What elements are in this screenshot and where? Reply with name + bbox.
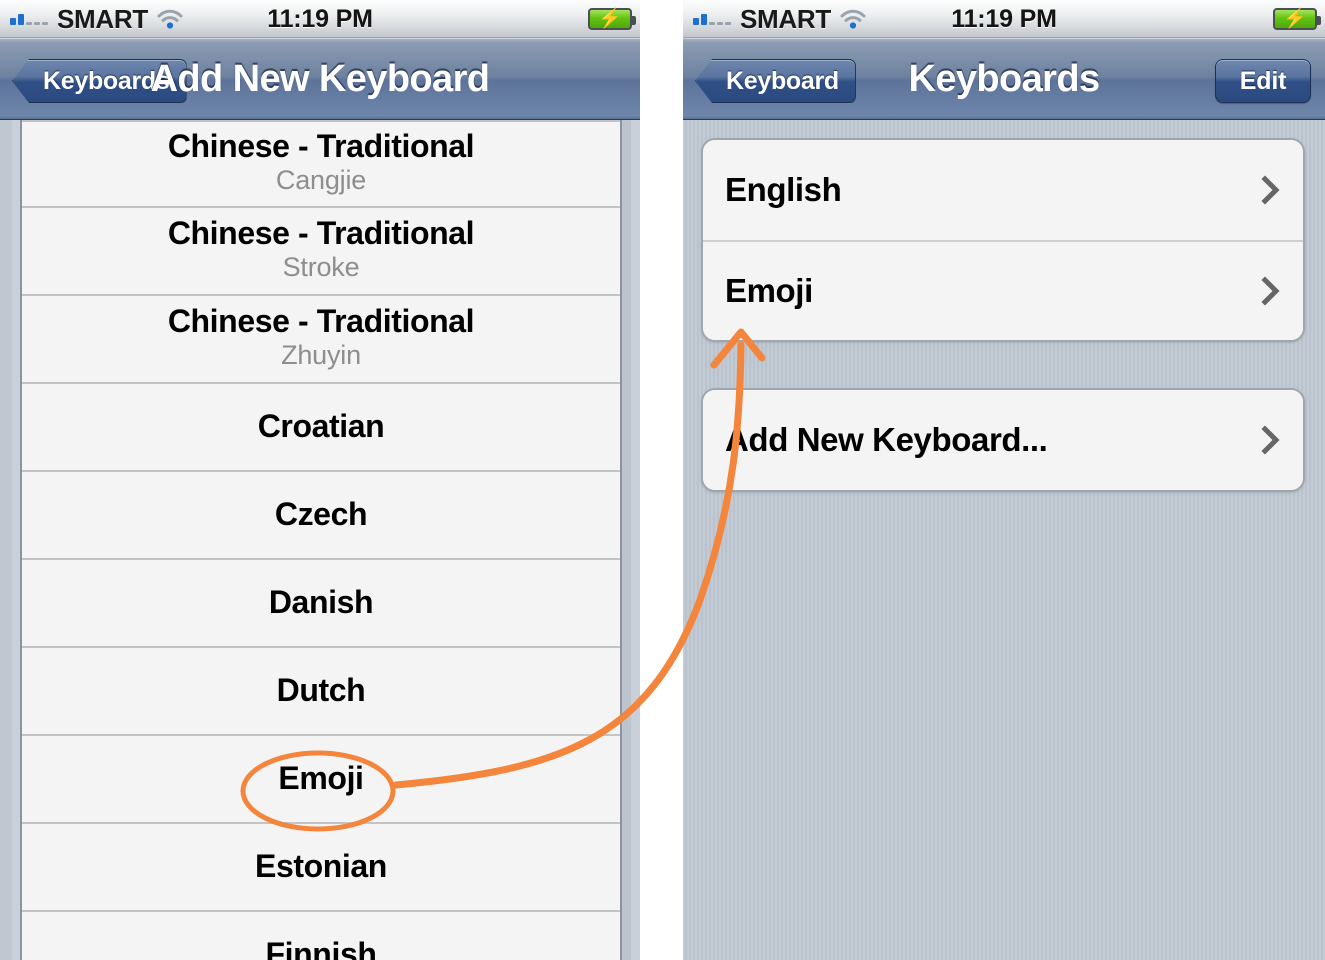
left-screen-body: Chinese - Traditional Cangjie Chinese - … — [0, 120, 640, 960]
list-item-title: Emoji — [278, 760, 364, 797]
list-item[interactable]: Chinese - Traditional Cangjie — [22, 120, 620, 208]
list-item-title: Dutch — [276, 672, 366, 709]
list-item[interactable]: Danish — [22, 560, 620, 648]
list-item-subtitle: Cangjie — [275, 165, 367, 196]
list-item-title: Estonian — [255, 848, 387, 885]
clock-label: 11:19 PM — [267, 4, 373, 33]
list-item-subtitle: Zhuyin — [281, 340, 361, 371]
list-item-label: Add New Keyboard... — [725, 421, 1048, 458]
list-item[interactable]: Estonian — [22, 824, 620, 912]
list-item-title: Chinese - Traditional — [167, 214, 475, 251]
list-item[interactable]: Croatian — [22, 384, 620, 472]
edit-button-label: Edit — [1239, 66, 1287, 95]
page-title: Add New Keyboard — [150, 57, 490, 100]
list-item-label: Emoji — [725, 272, 813, 309]
list-item-title: Chinese - Traditional — [167, 302, 475, 339]
right-status-bar: SMART 11:19 PM ⚡ — [683, 0, 1325, 38]
keyboard-language-list[interactable]: Chinese - Traditional Cangjie Chinese - … — [22, 120, 620, 960]
list-item[interactable]: Chinese - Traditional Stroke — [22, 208, 620, 296]
battery-charging-icon: ⚡ — [1273, 8, 1321, 30]
list-item-title: Croatian — [257, 408, 385, 445]
left-status-bar: SMART 11:19 PM ⚡ — [0, 0, 640, 38]
list-item-title: Finnish — [265, 936, 377, 960]
list-item-label: English — [725, 171, 842, 208]
list-right-edge — [620, 120, 640, 960]
list-item[interactable]: Czech — [22, 472, 620, 560]
right-status-right-cluster: ⚡ — [1273, 0, 1321, 38]
left-nav-bar: Keyboards Add New Keyboard — [0, 38, 640, 120]
chevron-right-icon — [1261, 424, 1281, 456]
list-item[interactable]: Chinese - Traditional Zhuyin — [22, 296, 620, 384]
battery-charging-icon: ⚡ — [588, 8, 636, 30]
list-item-title: Danish — [268, 584, 374, 621]
chevron-right-icon — [1261, 174, 1281, 206]
add-keyboard-group: Add New Keyboard... — [701, 388, 1305, 492]
right-phone-screen: SMART 11:19 PM ⚡ Keyboard Keyboards Edit… — [683, 0, 1325, 960]
list-item-add-new-keyboard[interactable]: Add New Keyboard... — [703, 390, 1303, 490]
clock-label: 11:19 PM — [951, 4, 1057, 33]
list-item[interactable]: Dutch — [22, 648, 620, 736]
right-screen-body: English Emoji Add New Keyboard... — [683, 120, 1325, 960]
edit-button[interactable]: Edit — [1215, 59, 1311, 103]
list-item-title: Czech — [274, 496, 368, 533]
list-item-emoji[interactable]: Emoji — [22, 736, 620, 824]
active-keyboards-group: English Emoji — [701, 138, 1305, 342]
list-item-emoji[interactable]: Emoji — [703, 240, 1303, 340]
left-phone-screen: SMART 11:19 PM ⚡ Keyboards Add New Keybo… — [0, 0, 640, 960]
list-item[interactable]: Finnish — [22, 912, 620, 960]
list-item-subtitle: Stroke — [282, 252, 360, 283]
list-item-english[interactable]: English — [703, 140, 1303, 240]
right-nav-bar: Keyboard Keyboards Edit — [683, 38, 1325, 120]
chevron-right-icon — [1261, 275, 1281, 307]
screenshot-canvas: SMART 11:19 PM ⚡ Keyboards Add New Keybo… — [0, 0, 1325, 960]
left-status-right-cluster: ⚡ — [588, 0, 636, 38]
list-item-title: Chinese - Traditional — [167, 127, 475, 164]
